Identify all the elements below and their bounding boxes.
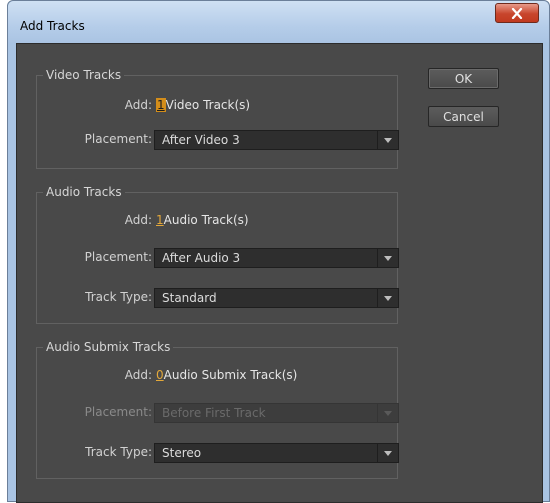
video-add-unit: Video Track(s) — [165, 98, 251, 112]
video-add-count[interactable]: 1 — [156, 98, 166, 112]
submix-add-unit: Audio Submix Track(s) — [163, 368, 298, 382]
video-tracks-legend: Video Tracks — [43, 68, 125, 82]
video-placement-row: Placement: After Video 3 — [37, 130, 399, 150]
audio-submix-tracks-group: Audio Submix Tracks Add: 0Audio Submix T… — [36, 340, 399, 479]
audio-placement-row: Placement: After Audio 3 — [37, 248, 399, 268]
audio-add-row: Add: 1Audio Track(s) — [37, 211, 397, 231]
audio-track-type-value: Standard — [162, 291, 217, 305]
video-placement-value: After Video 3 — [162, 133, 240, 147]
dialog-content: Video Tracks Add: 1Video Track(s) Placem… — [16, 43, 543, 503]
submix-placement-label: Placement: — [84, 405, 152, 419]
audio-tracks-legend: Audio Tracks — [43, 185, 125, 199]
video-add-value: 1Video Track(s) — [156, 98, 250, 112]
submix-add-count[interactable]: 0 — [156, 368, 164, 382]
submix-placement-row: Placement: Before First Track — [37, 403, 399, 423]
window-title: Add Tracks — [20, 19, 85, 33]
title-bar[interactable]: Add Tracks — [8, 1, 549, 43]
video-add-row: Add: 1Video Track(s) — [37, 96, 397, 116]
chevron-down-icon — [377, 249, 398, 267]
submix-placement-value: Before First Track — [162, 406, 266, 420]
ok-button[interactable]: OK — [428, 68, 499, 89]
chevron-down-icon — [377, 444, 398, 462]
submix-track-type-row: Track Type: Stereo — [37, 443, 399, 463]
audio-track-type-label: Track Type: — [85, 290, 152, 304]
submix-track-type-dropdown[interactable]: Stereo — [154, 443, 399, 463]
video-add-label: Add: — [124, 98, 152, 112]
submix-placement-dropdown: Before First Track — [154, 403, 399, 423]
audio-add-count[interactable]: 1 — [156, 213, 164, 227]
chevron-down-icon — [377, 131, 398, 149]
audio-placement-value: After Audio 3 — [162, 251, 241, 265]
audio-placement-dropdown[interactable]: After Audio 3 — [154, 248, 399, 268]
video-placement-dropdown[interactable]: After Video 3 — [154, 130, 399, 150]
submix-add-value: 0Audio Submix Track(s) — [156, 368, 297, 382]
video-placement-label: Placement: — [84, 132, 152, 146]
chevron-down-icon — [377, 404, 398, 422]
add-tracks-dialog: Add Tracks Video Tracks Add: 1Video Trac… — [7, 0, 550, 503]
cancel-button[interactable]: Cancel — [428, 106, 499, 127]
audio-add-value: 1Audio Track(s) — [156, 213, 249, 227]
video-tracks-group: Video Tracks Add: 1Video Track(s) Placem… — [36, 68, 399, 169]
close-button[interactable] — [495, 3, 539, 23]
close-icon — [511, 7, 523, 19]
submix-add-row: Add: 0Audio Submix Track(s) — [37, 366, 397, 386]
submix-add-label: Add: — [124, 368, 152, 382]
audio-add-unit: Audio Track(s) — [163, 213, 249, 227]
audio-add-label: Add: — [124, 213, 152, 227]
chevron-down-icon — [377, 289, 398, 307]
audio-placement-label: Placement: — [84, 250, 152, 264]
audio-submix-tracks-legend: Audio Submix Tracks — [43, 340, 174, 354]
audio-track-type-row: Track Type: Standard — [37, 288, 399, 308]
submix-track-type-value: Stereo — [162, 446, 202, 460]
audio-track-type-dropdown[interactable]: Standard — [154, 288, 399, 308]
audio-tracks-group: Audio Tracks Add: 1Audio Track(s) Placem… — [36, 185, 399, 324]
submix-track-type-label: Track Type: — [85, 445, 152, 459]
